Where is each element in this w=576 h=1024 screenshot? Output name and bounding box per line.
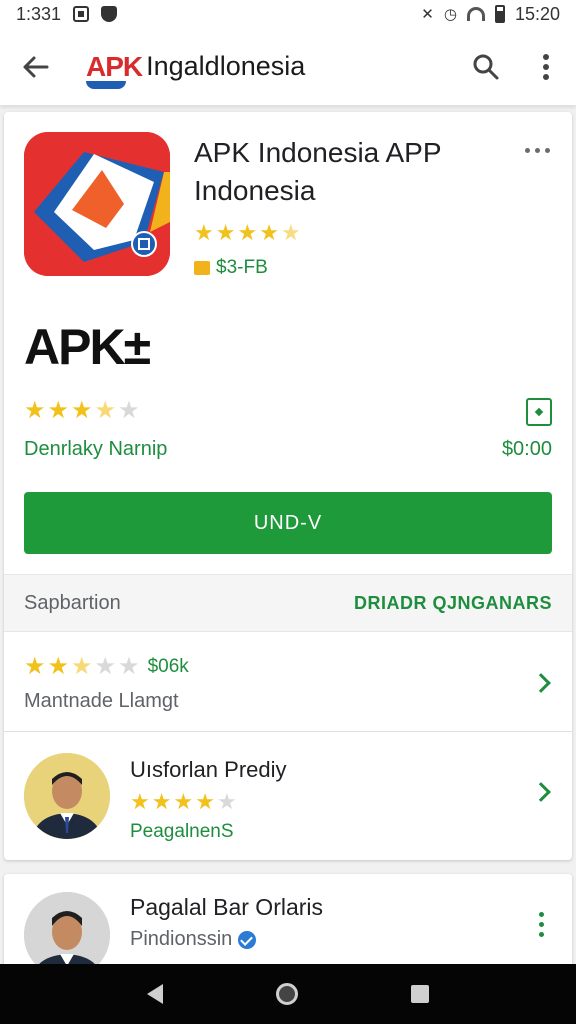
overflow-menu-button[interactable]	[516, 28, 576, 106]
related-item-name: Pagalal Bar Orlaris	[130, 894, 324, 920]
app-price-right: $0:00	[501, 438, 552, 460]
app-price: $3-FB	[194, 257, 268, 279]
reviewer-row[interactable]: Uısforlan Prediy ★ ★ ★ ★ ★ PeagalnenS	[4, 733, 572, 859]
price-tag-icon	[194, 261, 210, 275]
status-clock: 15:20	[514, 3, 560, 24]
rating-summary-stars: ★ ★ ★ ★ ★	[24, 653, 140, 680]
person-avatar-icon	[24, 753, 110, 839]
nav-back-icon[interactable]	[146, 984, 163, 1004]
reviewer-avatar	[24, 753, 110, 839]
system-nav-bar	[0, 964, 576, 1024]
rating-summary-row[interactable]: ★ ★ ★ ★ ★ $06k Mantnade Llamgt	[4, 634, 572, 732]
reviewer-subtitle: PeagalnenS	[130, 821, 234, 842]
status-time: 1:331	[16, 3, 62, 24]
status-bar: 1:331 ✕ ◷ 15:20	[0, 0, 576, 28]
search-button[interactable]	[456, 28, 516, 106]
related-item-menu-button[interactable]	[539, 912, 544, 937]
developer-name[interactable]: Denrlaky Narnip	[24, 438, 167, 461]
section-title: Sapbartion	[24, 591, 121, 614]
reviewer-name: Uısforlan Prediy	[130, 757, 287, 782]
app-rating-stars: ★ ★ ★ ★ ★	[194, 220, 301, 245]
related-item-card[interactable]: Pagalal Bar Orlaris Pindionssin	[4, 874, 572, 978]
chevron-right-icon	[531, 673, 551, 693]
shield-icon	[101, 6, 118, 22]
app-short-title: APK±	[24, 319, 151, 375]
related-item-subtitle: Pindionssin	[130, 928, 257, 951]
section-header: Sapbartion DRIADR QJNGANARS	[4, 574, 572, 632]
mute-icon: ✕	[421, 6, 434, 23]
wishlist-icon[interactable]	[526, 398, 552, 426]
nav-home-icon[interactable]	[275, 983, 298, 1005]
rating-subtitle: Mantnade Llamgt	[24, 690, 179, 712]
alarm-icon: ◷	[443, 6, 457, 23]
back-button[interactable]	[0, 28, 72, 106]
app-logo-graphic-icon	[24, 132, 170, 276]
verified-badge-icon	[238, 930, 257, 949]
more-vertical-icon	[539, 912, 544, 917]
logo-swoosh	[86, 80, 126, 89]
wifi-icon	[466, 7, 485, 21]
chevron-right-icon	[531, 782, 551, 802]
battery-icon	[494, 5, 505, 23]
arrow-left-icon	[23, 56, 49, 77]
nav-recents-icon[interactable]	[411, 985, 430, 1003]
app-secondary-rating-stars: ★ ★ ★ ★ ★	[24, 397, 140, 424]
more-horizontal-icon	[525, 148, 530, 153]
logo-text: Ingaldlonesia	[146, 51, 306, 81]
app-title: APK Indonesia APP Indonesia	[194, 137, 441, 206]
more-options-button[interactable]	[525, 148, 550, 153]
rating-count: $06k	[147, 656, 189, 677]
reviewer-stars: ★ ★ ★ ★ ★	[130, 789, 237, 814]
logo-mark: APK	[86, 51, 143, 89]
search-icon	[473, 54, 499, 79]
more-vertical-icon	[543, 53, 549, 80]
notification-icon	[73, 6, 90, 22]
section-link-button[interactable]: DRIADR QJNGANARS	[354, 593, 552, 614]
install-button[interactable]: UND-V	[24, 492, 552, 554]
app-icon[interactable]	[24, 132, 170, 276]
app-logo: APK Ingaldlonesia	[86, 51, 306, 89]
app-details-card: APK Indonesia APP Indonesia ★ ★ ★ ★ ★ $3-FB …	[4, 112, 572, 860]
app-toolbar: APK Ingaldlonesia	[0, 28, 576, 106]
